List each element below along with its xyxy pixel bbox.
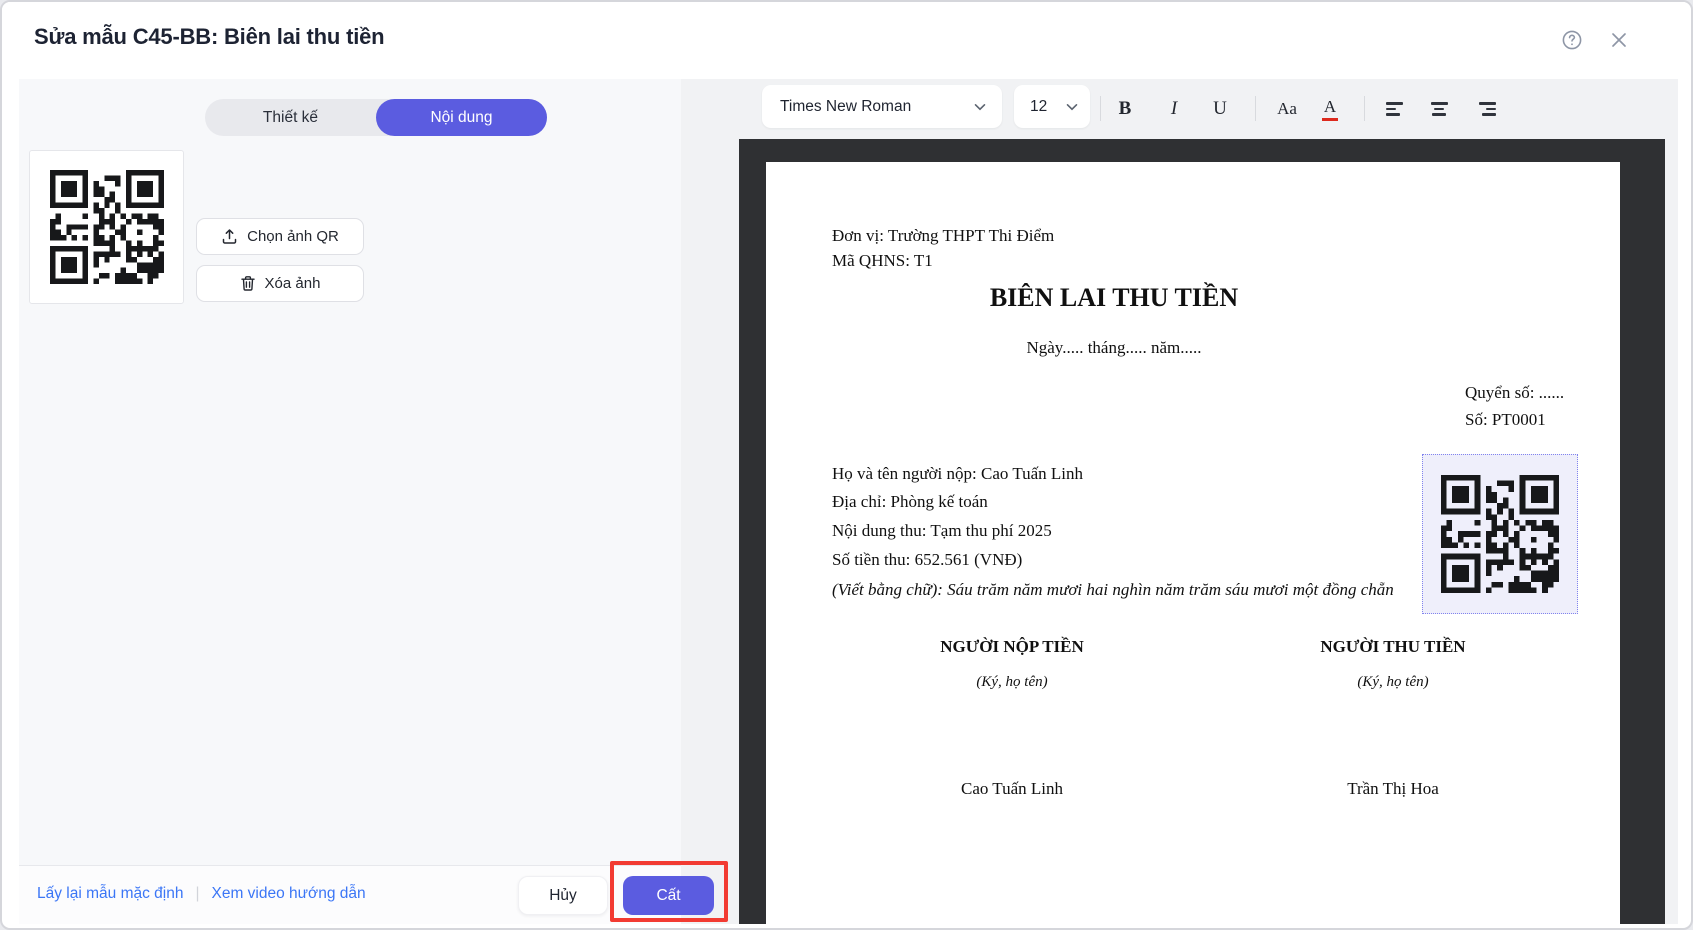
align-left-button[interactable] <box>1377 92 1411 126</box>
text-color-swatch <box>1322 118 1338 121</box>
align-right-button[interactable] <box>1470 92 1504 126</box>
doc-title: BIÊN LAI THU TIỀN <box>989 283 1239 312</box>
close-icon <box>1609 30 1629 50</box>
doc-amount-words-line: (Viết bằng chữ): Sáu trăm năm mươi hai n… <box>832 580 1394 599</box>
document-qr-placeholder[interactable] <box>1422 454 1578 614</box>
help-button[interactable] <box>1560 28 1584 52</box>
payer-name: Cao Tuấn Linh <box>960 779 1064 798</box>
toolbar-divider <box>1255 96 1256 121</box>
settings-panel: Thiết kế Nội dung Chọn ảnh QR Xóa ảnh Lấ… <box>19 79 728 924</box>
preview-region: Times New Roman 12 B I U Aa A Đơn vị: Tr… <box>681 79 1678 924</box>
doc-book-number: Quyển số: ...... <box>1465 383 1565 402</box>
choose-qr-button[interactable]: Chọn ảnh QR <box>196 218 364 255</box>
doc-code-line: Mã QHNS: T1 <box>832 251 933 270</box>
doc-payer-line: Họ và tên người nộp: Cao Tuấn Linh <box>832 464 1084 483</box>
video-guide-link[interactable]: Xem video hướng dẫn <box>212 885 366 903</box>
delete-qr-button[interactable]: Xóa ảnh <box>196 265 364 302</box>
receipt-page: Đơn vị: Trường THPT Thi Điểm Mã QHNS: T1… <box>766 162 1620 924</box>
toolbar-divider <box>1100 96 1101 121</box>
tab-design[interactable]: Thiết kế <box>205 99 376 136</box>
text-case-button[interactable]: Aa <box>1270 92 1304 126</box>
underline-button[interactable]: U <box>1203 92 1237 126</box>
chevron-down-icon <box>1066 103 1078 111</box>
help-icon <box>1561 29 1583 51</box>
align-center-icon <box>1430 102 1448 116</box>
payer-sign-note: (Ký, họ tên) <box>976 674 1048 690</box>
close-button[interactable] <box>1607 28 1631 52</box>
font-family-value: Times New Roman <box>780 97 912 115</box>
font-size-value: 12 <box>1030 97 1048 115</box>
footer-links: Lấy lại mẫu mặc định | Xem video hướng d… <box>37 885 366 903</box>
doc-content-line: Nội dung thu: Tạm thu phí 2025 <box>832 521 1052 540</box>
qr-code-image <box>49 170 164 284</box>
doc-amount-line: Số tiền thu: 652.561 (VNĐ) <box>832 550 1023 569</box>
reset-default-link[interactable]: Lấy lại mẫu mặc định <box>37 885 183 903</box>
doc-address-line: Địa chỉ: Phòng kế toán <box>832 492 988 511</box>
document-qr-image <box>1441 475 1559 593</box>
italic-button[interactable]: I <box>1157 92 1191 126</box>
dialog-header: Sửa mẫu C45-BB: Biên lai thu tiền <box>2 2 1691 79</box>
upload-icon <box>221 228 238 245</box>
delete-qr-label: Xóa ảnh <box>264 275 321 292</box>
dialog-title: Sửa mẫu C45-BB: Biên lai thu tiền <box>34 24 385 49</box>
font-family-select[interactable]: Times New Roman <box>762 85 1002 128</box>
tab-content[interactable]: Nội dung <box>376 99 547 136</box>
doc-date-line: Ngày..... tháng..... năm..... <box>1026 338 1202 357</box>
text-color-button[interactable]: A <box>1313 92 1347 126</box>
font-size-select[interactable]: 12 <box>1014 85 1090 128</box>
view-tab-toggle: Thiết kế Nội dung <box>205 99 547 136</box>
cancel-button[interactable]: Hủy <box>518 876 608 915</box>
doc-unit-line: Đơn vị: Trường THPT Thi Điểm <box>832 226 1055 245</box>
bold-button[interactable]: B <box>1108 92 1142 126</box>
dialog-footer: Lấy lại mẫu mặc định | Xem video hướng d… <box>19 861 728 924</box>
align-center-button[interactable] <box>1422 92 1456 126</box>
save-button[interactable]: Cất <box>623 876 714 915</box>
edit-template-dialog: Sửa mẫu C45-BB: Biên lai thu tiền Thiết … <box>0 0 1693 930</box>
chevron-down-icon <box>974 103 986 111</box>
link-separator: | <box>195 885 200 902</box>
doc-receipt-number: Số: PT0001 <box>1465 410 1546 429</box>
qr-image-preview <box>29 150 184 304</box>
collector-name: Trần Thị Hoa <box>1347 779 1439 798</box>
collector-sign-title: NGƯỜI THU TIỀN <box>1320 637 1466 656</box>
collector-sign-note: (Ký, họ tên) <box>1357 674 1429 690</box>
text-color-letter: A <box>1323 97 1337 116</box>
payer-sign-title: NGƯỜI NỘP TIỀN <box>940 637 1084 656</box>
text-format-toolbar: Times New Roman 12 B I U Aa A <box>681 79 1678 139</box>
document-viewer: Đơn vị: Trường THPT Thi Điểm Mã QHNS: T1… <box>739 139 1665 924</box>
trash-icon <box>240 275 256 292</box>
align-left-icon <box>1385 102 1403 116</box>
align-right-icon <box>1478 102 1496 116</box>
choose-qr-label: Chọn ảnh QR <box>247 228 339 245</box>
toolbar-divider <box>1364 96 1365 121</box>
